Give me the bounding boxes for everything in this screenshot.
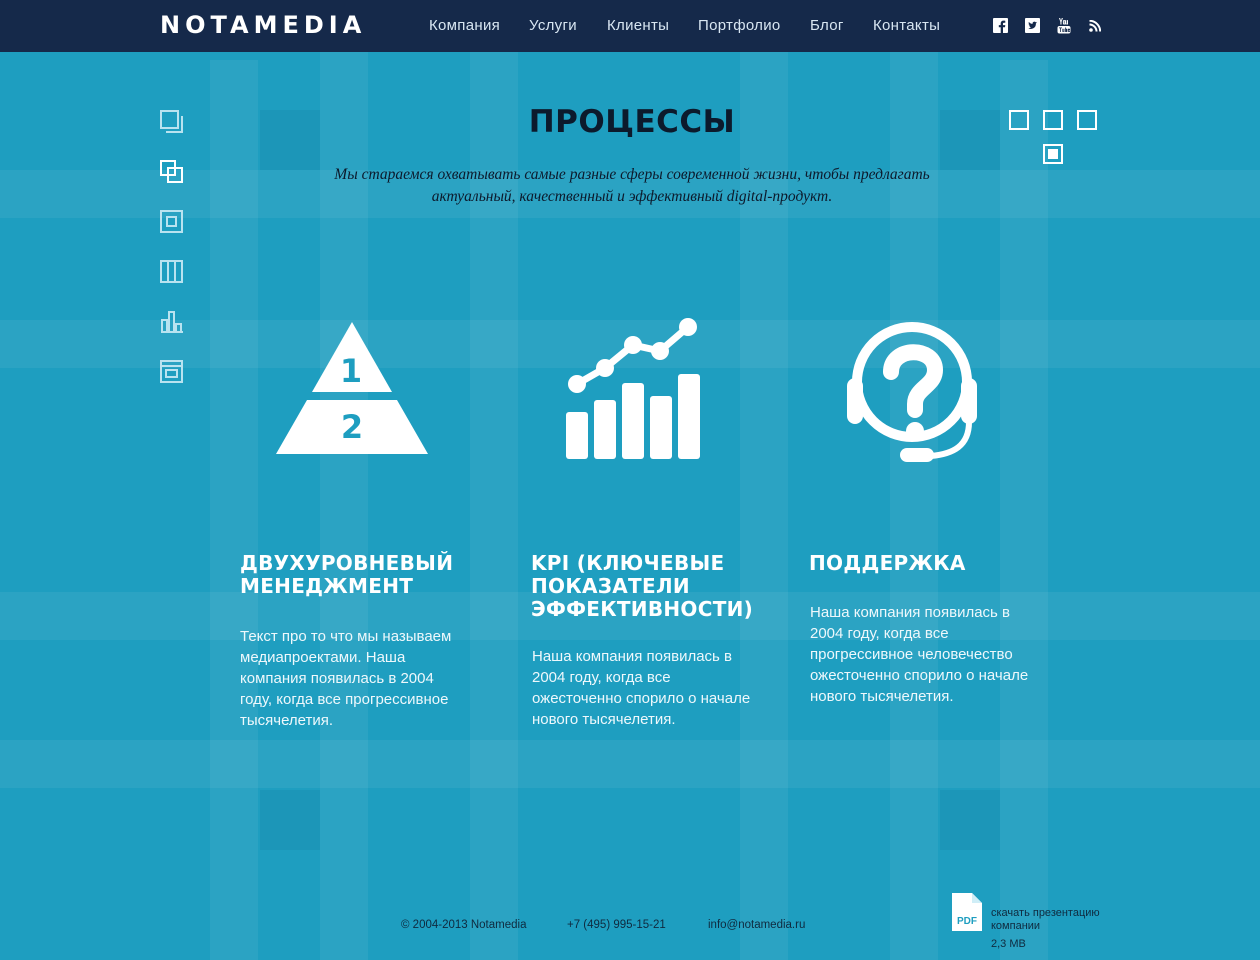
rss-icon[interactable] xyxy=(1089,20,1101,32)
pdf-file-icon[interactable]: PDF xyxy=(952,893,982,931)
bar-chart-icon[interactable] xyxy=(160,310,184,334)
nav-item-contacts[interactable]: Контакты xyxy=(873,17,940,34)
twitter-icon[interactable] xyxy=(1025,18,1040,33)
download-size: 2,3 МВ xyxy=(991,938,1026,950)
frame-icon[interactable] xyxy=(160,210,184,234)
column-title-support: Поддержка xyxy=(809,551,966,575)
overlap-icon[interactable] xyxy=(160,160,184,184)
footer-copyright: © 2004-2013 Notamedia xyxy=(401,919,527,931)
slide-dot-1[interactable] xyxy=(1009,110,1029,130)
nav-item-portfolio[interactable]: Портфолио xyxy=(698,17,781,34)
facebook-icon[interactable] xyxy=(993,18,1008,33)
nav-item-clients[interactable]: Клиенты xyxy=(607,17,669,34)
slide-dot-3[interactable] xyxy=(1077,110,1097,130)
pyramid-icon: 1 2 xyxy=(274,320,430,456)
download-presentation-link[interactable]: скачать презентацию компании xyxy=(991,907,1106,933)
slide-dot-2[interactable] xyxy=(1043,110,1063,130)
footer-email[interactable]: info@notamedia.ru xyxy=(708,919,805,931)
pdf-badge-label: PDF xyxy=(957,916,977,927)
youtube-icon[interactable] xyxy=(1057,17,1071,34)
column-title-kpi: KPI (ключевые показатели эффективности) xyxy=(531,551,754,621)
kpi-chart-icon xyxy=(562,318,704,462)
pyramid-label-1: 1 xyxy=(340,352,362,390)
column-text-kpi: Наша компания появилась в 2004 году, ког… xyxy=(532,648,751,728)
column-text-support: Наша компания появилась в 2004 году, ког… xyxy=(810,604,1029,705)
nav-item-company[interactable]: Компания xyxy=(429,17,500,34)
page-subtitle: Мы стараемся охватывать самые разные сфе… xyxy=(334,166,930,205)
site-header: NOTAMEDIA Компания Услуги Клиенты Портфо… xyxy=(0,0,1260,52)
support-headset-icon xyxy=(845,320,979,466)
column-text-management: Текст про то что мы называем медиапроект… xyxy=(240,628,452,729)
columns-icon[interactable] xyxy=(160,260,184,284)
nav-item-services[interactable]: Услуги xyxy=(529,17,577,34)
pyramid-label-2: 2 xyxy=(341,408,363,446)
page-title: ПРОЦЕССЫ xyxy=(528,104,736,140)
brand-logo[interactable]: NOTAMEDIA xyxy=(160,11,366,39)
window-icon[interactable] xyxy=(160,360,184,384)
footer-phone[interactable]: +7 (495) 995-15-21 xyxy=(567,919,666,931)
column-title-management: Двухуровневый менеджмент xyxy=(240,551,454,598)
nav-item-blog[interactable]: Блог xyxy=(810,17,844,34)
slide-dot-4-active[interactable] xyxy=(1043,144,1063,164)
